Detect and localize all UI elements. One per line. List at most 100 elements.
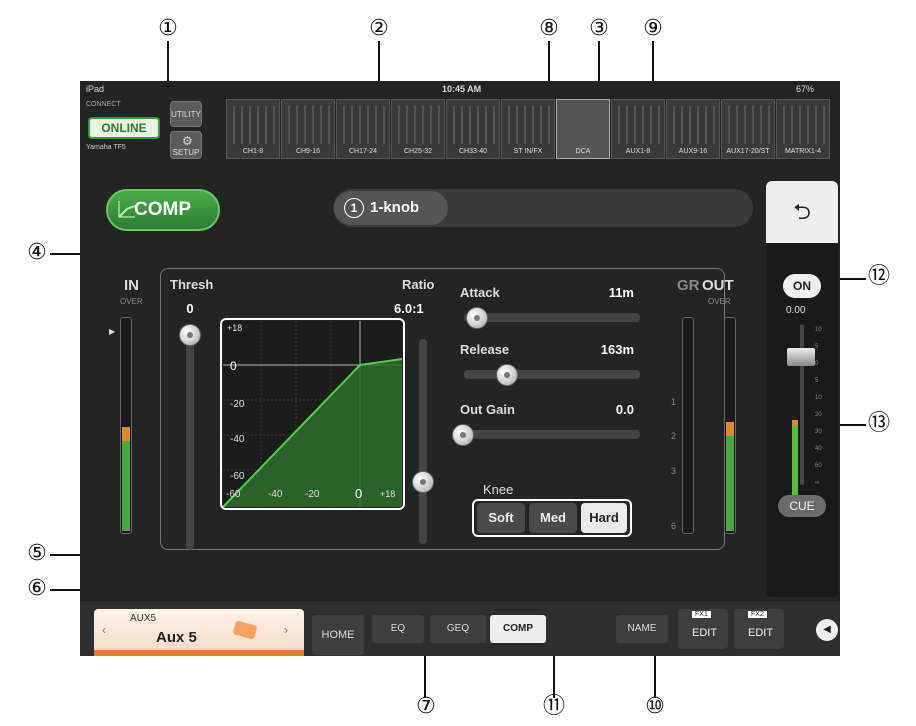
fader-scale-mark: 5 [815,344,819,350]
knee-med-button[interactable]: Med [529,503,577,533]
callout-3: ③ [589,16,609,41]
graph-x-tick-minus60: -60 [226,489,241,500]
preset-name-button[interactable]: 1 1-knob [334,191,448,225]
fader-scale-mark: 20 [815,412,822,418]
graph-x-tick-plus18: +18 [380,489,396,499]
channel-bank-7[interactable]: DCA [556,99,610,159]
release-knob[interactable] [496,364,518,386]
channel-bank-label: CH33-40 [458,148,487,155]
tab-comp[interactable]: COMP [490,615,546,643]
utility-button[interactable]: UTILITY [170,101,202,127]
channel-bank-5[interactable]: CH33-40 [446,99,500,159]
in-over-label: OVER [120,297,143,306]
gr-tick-1: 1 [671,397,677,407]
mini-meter [634,106,636,144]
graph-x-tick-minus20: -20 [305,489,320,500]
console-model: Yamaha TF5 [86,144,126,151]
release-slider[interactable] [464,370,640,379]
setup-button[interactable]: ⚙ SETUP [170,131,202,159]
mini-meter [461,106,463,144]
fader-meter [792,416,798,496]
knee-hard-button[interactable]: Hard [581,503,627,533]
comp-on-button[interactable]: COMP [106,189,220,231]
knee-label: Knee [483,482,514,497]
graph-y-tick-minus40: -40 [230,434,245,445]
prev-channel-icon[interactable]: ‹ [102,623,106,637]
out_gain-label: Out Gain [460,402,515,417]
thresh-label: Thresh [170,277,214,292]
tab-geq[interactable]: GEQ [430,615,486,643]
attack-slider[interactable] [464,313,640,322]
mini-meter [438,106,440,144]
channel-select[interactable]: ‹ › AUX5 Aux 5 [94,609,304,656]
release-label: Release [460,342,510,357]
ratio-label: Ratio [402,277,435,292]
online-button[interactable]: ONLINE [88,117,160,139]
out_gain-slider[interactable] [464,430,640,439]
comp-curve-icon [118,201,136,218]
callout-12: ⑫ [867,264,890,289]
mini-meter [320,106,322,144]
home-button[interactable]: HOME [312,615,364,655]
channel-bank-4[interactable]: CH25-32 [391,99,445,159]
mini-meter [469,106,471,144]
fx1-edit-button[interactable]: FX1 EDIT [678,609,728,649]
thresh-knob[interactable] [179,324,201,346]
mini-meter [673,106,675,144]
mini-meter [516,106,518,144]
back-button[interactable]: ⮌ [766,181,838,243]
channel-bank-8[interactable]: AUX1-8 [611,99,665,159]
callout-8: ⑧ [539,16,559,41]
mini-meter [532,106,534,144]
channel-bank-10[interactable]: AUX17-20/ST [721,99,775,159]
mini-meter [257,106,259,144]
thresh-slider[interactable] [186,325,194,550]
mini-meter [375,106,377,144]
channel-bank-9[interactable]: AUX9-16 [666,99,720,159]
ratio-slider[interactable] [419,339,427,544]
next-channel-icon[interactable]: › [284,623,288,637]
mini-meter [642,106,644,144]
collapse-arrow-icon[interactable]: ◀ [816,619,838,641]
mini-meter [783,106,785,144]
release-value: 163m [600,342,634,357]
mini-meter [752,106,754,144]
status-time: 10:45 AM [442,84,482,94]
gr-tick-6: 6 [671,521,677,531]
mini-meter [359,106,361,144]
connect-label: CONNECT [86,101,121,108]
channel-on-button[interactable]: ON [783,274,821,298]
channel-bank-label: CH1-8 [242,148,264,155]
channel-bank-11[interactable]: MATRIX1-4 [776,99,830,159]
fader-cap[interactable] [787,348,815,366]
mini-meter [658,106,660,144]
mini-meter [367,106,369,144]
cue-button[interactable]: CUE [778,495,826,517]
mini-meter [603,106,605,144]
callout-1: ① [158,16,178,41]
callout-10: ⑩ [645,694,665,719]
fx2-edit-button[interactable]: FX2 EDIT [734,609,784,649]
ratio-knob[interactable] [412,471,434,493]
channel-id: AUX5 [130,613,157,624]
mini-meter [626,106,628,144]
channel-bank-1[interactable]: CH1-8 [226,99,280,159]
mini-meter [304,106,306,144]
tab-eq[interactable]: EQ [372,615,424,643]
mini-meter [265,106,267,144]
mini-meter [477,106,479,144]
fx2-label: FX2 [748,611,767,618]
mini-meter [351,106,353,144]
attack-knob[interactable] [466,307,489,329]
gr-tick-2: 2 [671,431,677,441]
mini-meter [383,106,385,144]
channel-bank-6[interactable]: ST IN/FX [501,99,555,159]
out_gain-knob[interactable] [452,424,474,446]
return-icon: ⮌ [793,199,811,224]
knee-soft-button[interactable]: Soft [477,503,525,533]
callout-2: ② [369,16,389,41]
name-button[interactable]: NAME [616,615,668,643]
channel-bank-3[interactable]: CH17-24 [336,99,390,159]
channel-bank-2[interactable]: CH9-16 [281,99,335,159]
mini-meter [485,106,487,144]
